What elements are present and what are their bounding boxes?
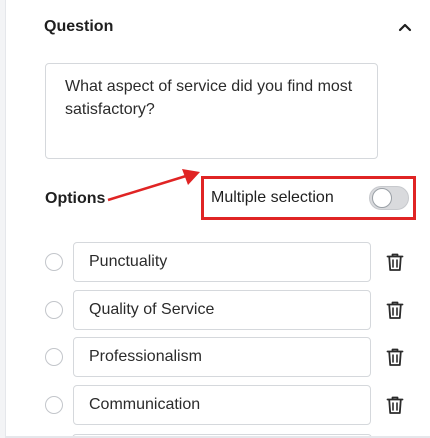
option-row: Quality of Service [45, 290, 415, 330]
option-row: Professionalism [45, 337, 415, 377]
multiple-selection-toggle[interactable] [369, 186, 409, 210]
chevron-up-icon[interactable] [396, 18, 414, 36]
trash-icon[interactable] [385, 251, 405, 273]
option-input[interactable]: Professionalism [73, 337, 371, 377]
option-radio[interactable] [45, 253, 63, 271]
option-input[interactable]: Communication [73, 385, 371, 425]
question-text-field[interactable]: What aspect of service did you find most… [45, 63, 378, 159]
option-row: Punctuality [45, 242, 415, 282]
multiple-selection-highlight: Multiple selection [201, 176, 416, 220]
multiple-selection-label: Multiple selection [211, 189, 334, 206]
option-input[interactable]: Quality of Service [73, 290, 371, 330]
options-section-title: Options [45, 190, 106, 207]
question-section-title: Question [44, 18, 114, 35]
annotation-arrow [107, 169, 200, 202]
option-input[interactable]: Punctuality [73, 242, 371, 282]
option-row: Communication [45, 385, 415, 425]
question-section-header[interactable]: Question [44, 16, 414, 38]
trash-icon[interactable] [385, 394, 405, 416]
option-radio[interactable] [45, 396, 63, 414]
toggle-knob [372, 188, 392, 208]
trash-icon[interactable] [385, 346, 405, 368]
question-editor-panel: Question What aspect of service did you … [6, 0, 430, 438]
option-radio[interactable] [45, 348, 63, 366]
option-radio[interactable] [45, 301, 63, 319]
trash-icon[interactable] [385, 299, 405, 321]
